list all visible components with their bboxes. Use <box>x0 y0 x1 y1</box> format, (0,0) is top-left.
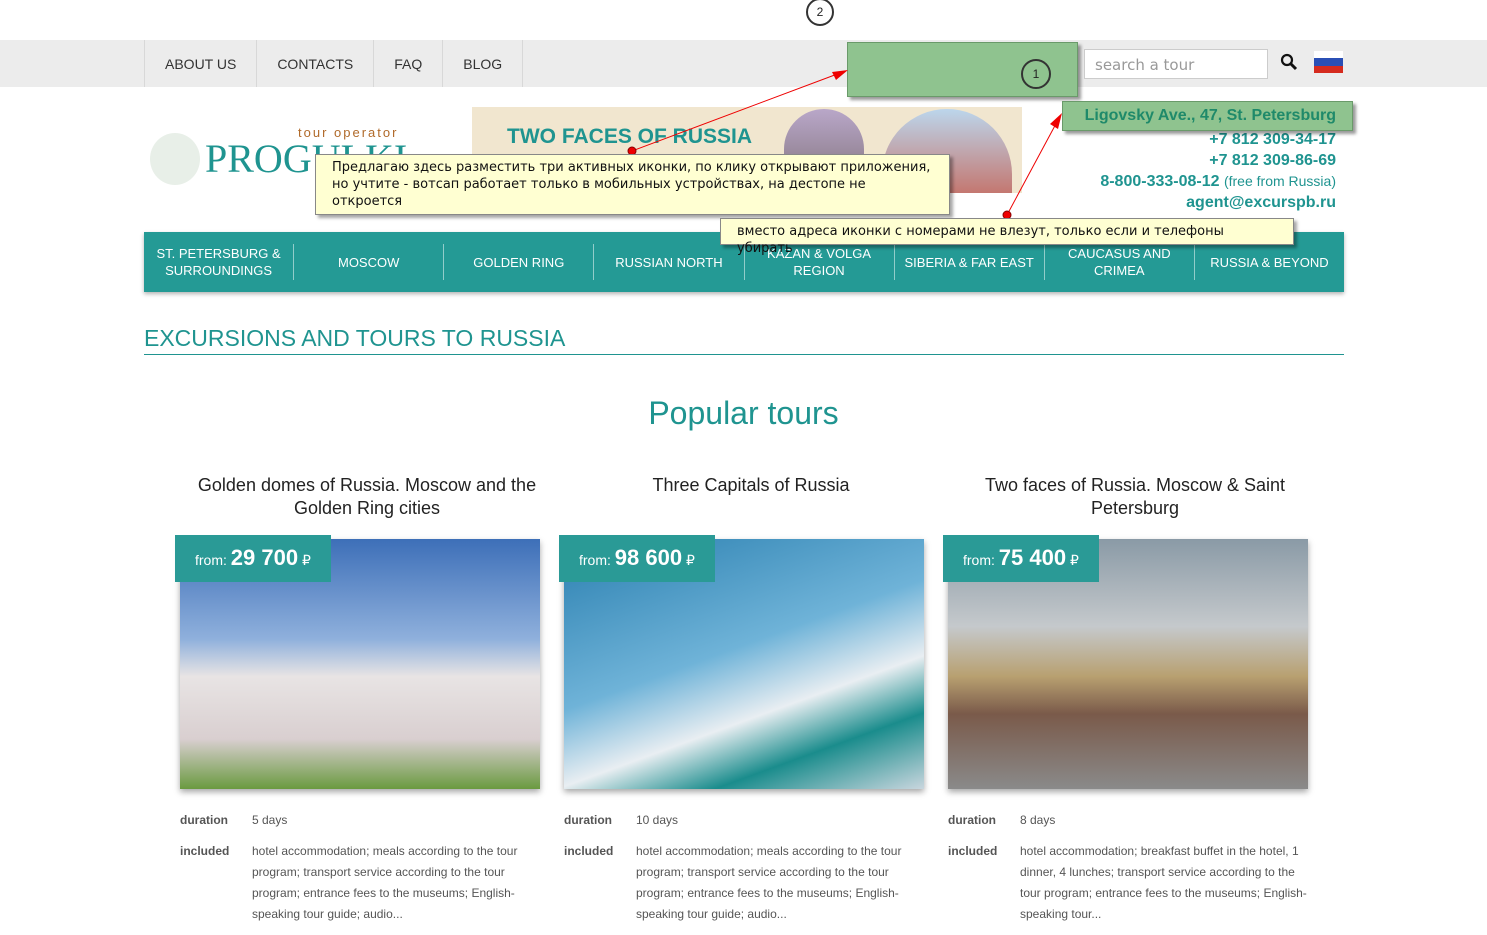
annotation-note-address: вместо адреса иконки с номерами не влезу… <box>720 218 1294 256</box>
annotation-arrows <box>627 70 1062 220</box>
annotation-note-icons: Предлагаю здесь разместить три активных … <box>315 154 950 215</box>
